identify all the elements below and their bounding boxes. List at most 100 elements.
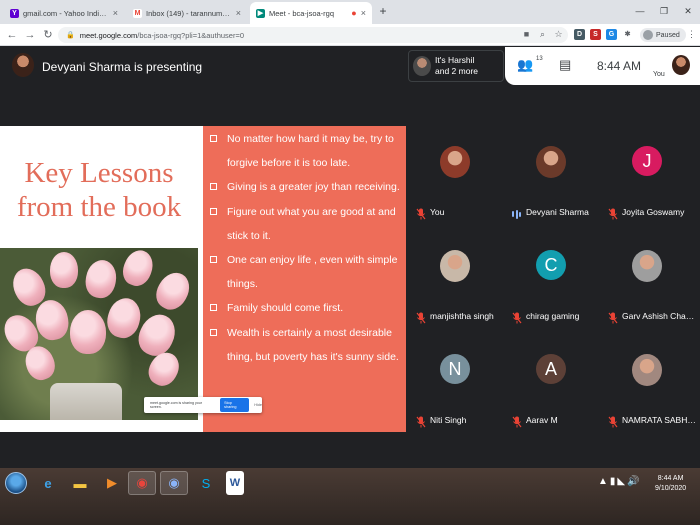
ie-icon[interactable]: e: [34, 471, 62, 495]
others-line-1: It's Harshil: [435, 55, 475, 65]
file-explorer-icon[interactable]: ▬: [66, 471, 94, 495]
menu-icon[interactable]: ⋮: [685, 28, 698, 41]
close-icon[interactable]: ×: [236, 8, 241, 18]
avatar: N: [440, 354, 470, 384]
skype-icon[interactable]: S: [192, 471, 220, 495]
participant-name: NAMRATA SABHARWAL: [622, 415, 696, 425]
close-icon[interactable]: ×: [361, 8, 366, 18]
mic-off-icon: [608, 312, 618, 324]
avatar: J: [632, 146, 662, 176]
participant-tile[interactable]: manjishtha singh: [408, 230, 500, 324]
avatar[interactable]: [672, 55, 690, 75]
participant-tile[interactable]: NAMRATA SABHARWAL: [600, 334, 696, 428]
clock-time: 8:44 AM: [657, 475, 684, 482]
chat-icon[interactable]: ▤: [559, 57, 571, 73]
puzzle-icon[interactable]: ✱: [622, 29, 633, 40]
participant-name: You: [430, 207, 445, 217]
recording-dot-icon: ●: [351, 8, 357, 18]
search-icon[interactable]: ⌕: [536, 28, 549, 41]
you-label: You: [653, 71, 665, 78]
others-text: It's Harshil and 2 more: [435, 55, 478, 77]
stop-sharing-button[interactable]: Stop sharing: [220, 398, 250, 412]
close-window-button[interactable]: ✕: [676, 0, 700, 22]
participant-count: 13: [536, 56, 543, 62]
speaking-indicator-icon: [512, 209, 522, 219]
maximize-button[interactable]: ❐: [652, 0, 676, 22]
slide-title: Key Lessons from the book: [16, 157, 182, 223]
meet-icon: ▶: [256, 8, 265, 18]
browser-toolbar: ← → ↻ 🔒 meet.google.com/bca-jsoa-rgq?pli…: [0, 24, 700, 46]
url-path: /bca-jsoa-rgq?pli=1&authuser=0: [137, 30, 245, 40]
taskbar: e ▬ ▶ ◉ ◉ S ◈ W ▲▮◣🔊 8:44 AM 9/10/2020: [0, 468, 700, 525]
list-item: Family should come first.: [209, 296, 401, 320]
mic-off-icon: [416, 416, 426, 428]
chrome-icon-2[interactable]: ◉: [160, 471, 188, 495]
participant-tile[interactable]: J Joyita Goswamy: [600, 126, 692, 220]
participant-name: Aarav M: [526, 415, 558, 425]
camera-icon[interactable]: ■: [520, 28, 533, 41]
share-notice-text: meet.google.com is sharing your screen.: [150, 401, 202, 409]
tulip-bouquet-image: [0, 248, 198, 420]
participant-tile[interactable]: You: [408, 126, 500, 220]
meeting-clock: 8:44 AM: [597, 59, 642, 73]
tab-label: gmail.com - Yahoo India Search: [23, 8, 109, 18]
participant-tile[interactable]: N Niti Singh: [408, 334, 500, 428]
hide-button[interactable]: Hide: [254, 403, 262, 407]
new-tab-button[interactable]: +: [376, 5, 390, 19]
participant-tile[interactable]: Devyani Sharma: [504, 126, 596, 219]
participant-tile[interactable]: Cchirag gaming: [504, 230, 596, 324]
lock-icon: 🔒: [66, 32, 75, 39]
extension-icon[interactable]: D: [574, 29, 585, 40]
avatar: [643, 30, 653, 40]
avatar: [440, 146, 470, 178]
people-icon[interactable]: 👥: [517, 57, 533, 73]
yahoo-icon: Y: [10, 8, 19, 18]
start-button[interactable]: [5, 472, 27, 494]
close-icon[interactable]: ×: [113, 8, 118, 18]
list-item: Giving is a greater joy than receiving.: [209, 175, 401, 199]
tab-strip: Y gmail.com - Yahoo India Search × M Inb…: [0, 0, 700, 24]
back-button[interactable]: ←: [4, 27, 20, 43]
tab-meet[interactable]: ▶ Meet - bca-jsoa-rgq ● ×: [250, 2, 372, 24]
tab-gmail[interactable]: M Inbox (149) - tarannum@theindi ×: [127, 2, 247, 24]
avatar: A: [536, 354, 566, 384]
reload-button[interactable]: ↻: [40, 27, 56, 43]
extension-icon[interactable]: G: [606, 29, 617, 40]
url-host: meet.google.com: [79, 30, 138, 40]
lessons-panel: No matter how hard it may be, try to for…: [203, 126, 406, 432]
avatar: C: [536, 250, 566, 280]
mic-off-icon: [416, 208, 426, 220]
presentation-slide: Key Lessons from the book No matter how …: [0, 126, 406, 432]
avatar: [12, 53, 34, 77]
avatar: [413, 56, 431, 76]
extension-icon[interactable]: S: [590, 29, 601, 40]
list-item: Figure out what you are good at and stic…: [209, 200, 401, 248]
profile-status: Paused: [656, 31, 680, 39]
lesson-list: No matter how hard it may be, try to for…: [209, 127, 401, 369]
tab-label: Meet - bca-jsoa-rgq: [269, 8, 335, 18]
avatar: [440, 250, 470, 282]
tab-yahoo[interactable]: Y gmail.com - Yahoo India Search ×: [4, 2, 124, 24]
profile-button[interactable]: Paused: [640, 28, 686, 42]
minimize-button[interactable]: —: [628, 0, 652, 22]
participant-tile[interactable]: A Aarav M: [504, 334, 596, 428]
address-bar[interactable]: 🔒 meet.google.com/bca-jsoa-rgq?pli=1&aut…: [58, 27, 568, 43]
clock-date: 9/10/2020: [655, 485, 687, 492]
media-player-icon[interactable]: ▶: [98, 471, 126, 495]
tab-label: Inbox (149) - tarannum@theindi: [146, 8, 232, 18]
avatar: [632, 354, 662, 386]
forward-button[interactable]: →: [22, 27, 38, 43]
taskbar-clock[interactable]: 8:44 AM 9/10/2020: [655, 474, 686, 494]
participant-name: manjishtha singh: [430, 311, 494, 321]
participant-name: Devyani Sharma: [526, 207, 589, 217]
word-icon[interactable]: W: [226, 471, 244, 495]
chrome-icon[interactable]: ◉: [128, 471, 156, 495]
mic-off-icon: [512, 312, 522, 324]
participant-name: chirag gaming: [526, 311, 580, 321]
participant-tile[interactable]: Garv Ashish Chaturvedi: [600, 230, 696, 324]
others-preview[interactable]: It's Harshil and 2 more: [408, 50, 504, 82]
list-item: One can enjoy life , even with simple th…: [209, 248, 401, 296]
system-tray[interactable]: ▲▮◣🔊: [598, 476, 642, 487]
meet-controls: 👥 13 ▤ 8:44 AM You: [505, 47, 700, 85]
bookmark-star-icon[interactable]: ☆: [552, 28, 565, 41]
